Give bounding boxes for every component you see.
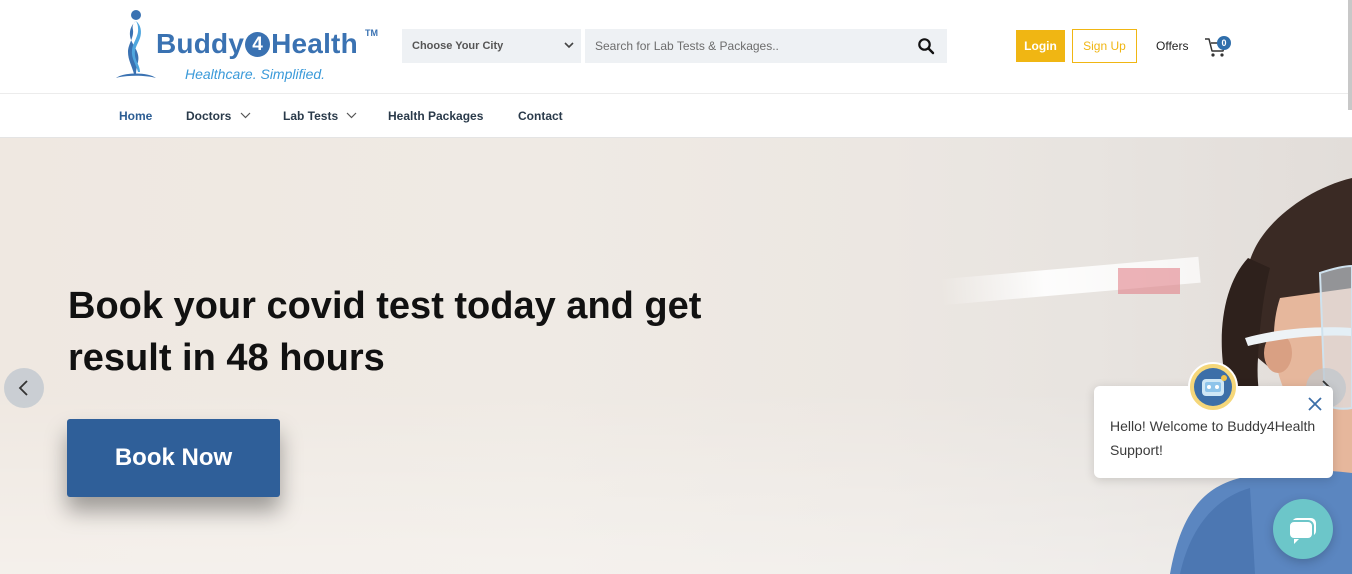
nav-item-contact[interactable]: Contact: [518, 109, 563, 123]
nav-item-label: Lab Tests: [283, 109, 339, 123]
hero-headline-line: Book your covid test today and get: [68, 285, 702, 327]
chevron-down-icon: [347, 112, 357, 119]
signup-button[interactable]: Sign Up: [1072, 29, 1137, 63]
chat-bot-avatar: [1188, 362, 1238, 412]
book-now-button[interactable]: Book Now: [67, 419, 280, 497]
hero-headline-line: result in 48 hours: [68, 337, 385, 379]
nav-item-label: Doctors: [186, 109, 232, 123]
nav-item-home[interactable]: Home: [119, 109, 152, 123]
nav-item-label: Health Packages: [388, 109, 484, 123]
brand-name: Buddy 4 Health: [156, 28, 358, 59]
nav-item-health-packages[interactable]: Health Packages: [388, 109, 483, 123]
trademark-mark: TM: [365, 28, 378, 38]
nav-item-lab-tests[interactable]: Lab Tests: [283, 109, 357, 123]
chevron-down-icon: [564, 42, 574, 49]
hero-headline: Book your covid test today and get resul…: [68, 280, 808, 384]
brand-logo[interactable]: Buddy 4 Health TM Healthcare. Simplified.: [114, 8, 384, 84]
nav-item-label: Contact: [518, 109, 563, 123]
chat-bubble-icon: [1288, 518, 1316, 544]
offers-link[interactable]: Offers: [1156, 39, 1188, 53]
login-button[interactable]: Login: [1016, 30, 1065, 62]
person-logo-icon: [116, 10, 156, 78]
chevron-down-icon: [240, 112, 251, 119]
brand-tagline: Healthcare. Simplified.: [185, 66, 326, 82]
close-icon[interactable]: [1307, 396, 1323, 412]
chevron-left-icon: [18, 380, 28, 396]
site-header: Buddy 4 Health TM Healthcare. Simplified. …: [0, 0, 1352, 93]
chat-greeting-line: Hello! Welcome to Buddy4Health: [1110, 418, 1316, 434]
cart-count-badge: 0: [1217, 36, 1231, 50]
carousel-prev-button[interactable]: [4, 368, 44, 408]
hero-banner: Book your covid test today and get resul…: [0, 138, 1352, 574]
search-box: [585, 29, 947, 63]
robot-icon: [1194, 368, 1232, 406]
nav-item-doctors[interactable]: Doctors: [186, 109, 251, 123]
chat-launcher-button[interactable]: [1273, 499, 1333, 559]
search-icon[interactable]: [917, 37, 935, 55]
page-scrollbar[interactable]: [1348, 0, 1352, 110]
main-nav: Home Doctors Lab Tests Health Packages C…: [0, 93, 1352, 138]
city-select-value: Choose Your City: [412, 40, 504, 52]
city-select[interactable]: Choose Your City: [402, 29, 581, 63]
search-input[interactable]: [585, 29, 905, 63]
nav-item-label: Home: [119, 109, 153, 123]
chat-greeting-line: Support!: [1110, 442, 1163, 458]
chat-greeting-text: Hello! Welcome to Buddy4Health Support!: [1110, 414, 1325, 462]
